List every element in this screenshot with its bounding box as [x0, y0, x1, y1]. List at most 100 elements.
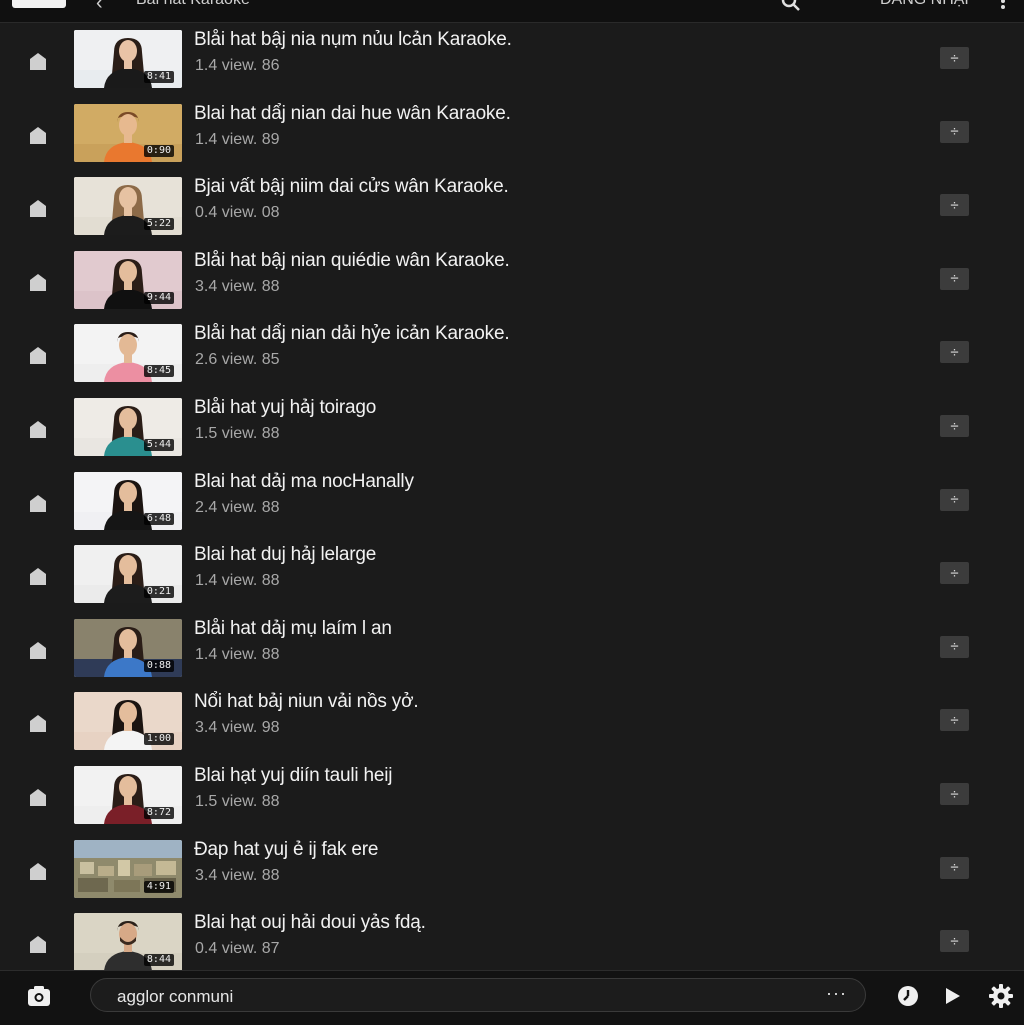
video-thumbnail[interactable]: 5:22	[74, 177, 182, 236]
video-row[interactable]: 8:41 Blåi hat bậj nia nụm nủu lcản Karao…	[0, 24, 1024, 98]
more-options-icon[interactable]: ÷	[940, 856, 969, 879]
video-thumbnail[interactable]: 8:41	[74, 30, 182, 88]
video-row[interactable]: 5:44 Blåi hat yuj hảj toirago 1.5 view. …	[0, 392, 1024, 466]
video-views: 3.4 view. 88	[195, 277, 280, 295]
video-thumbnail[interactable]: 4:91	[74, 839, 182, 898]
bookmark-icon[interactable]	[29, 51, 47, 71]
video-duration: 8:72	[143, 807, 174, 819]
more-options-icon[interactable]: ÷	[940, 120, 969, 143]
video-row[interactable]: 1:00 Nổi hat bảj niun vải nồs yở. 3.4 vi…	[0, 686, 1024, 760]
video-row[interactable]: 8:44 Blai hạt ouj hải doui yảs fdą. 0.4 …	[0, 907, 1024, 970]
video-duration: 4:91	[143, 880, 174, 893]
video-duration: 5:22	[143, 218, 174, 231]
camera-icon[interactable]	[26, 983, 52, 1009]
video-views: 2.4 view. 88	[195, 498, 280, 516]
video-duration: 0:88	[143, 659, 174, 672]
page-title: Bài hát Karaoke	[136, 0, 250, 9]
more-options-icon[interactable]: ÷	[940, 415, 969, 437]
more-options-icon[interactable]: ÷	[940, 488, 969, 511]
gear-icon[interactable]	[988, 983, 1014, 1009]
bookmark-icon[interactable]	[29, 419, 47, 439]
more-options-icon[interactable]: ÷	[940, 930, 969, 953]
clock-icon[interactable]	[896, 984, 920, 1008]
top-bar: ‹ Bài hát Karaoke ĐĂNG NHẬP	[0, 0, 1024, 23]
more-options-icon[interactable]: ÷	[940, 709, 969, 732]
bookmark-icon[interactable]	[29, 713, 47, 733]
video-views: 1.4 view. 86	[195, 57, 280, 74]
bookmark-icon[interactable]	[29, 198, 47, 218]
video-title[interactable]: Blåi hat yuj hảj toirago	[194, 397, 376, 419]
video-thumbnail[interactable]: 0:90	[74, 103, 182, 162]
menu-icon[interactable]	[994, 0, 1012, 10]
video-row[interactable]: 0:88 Blåi hat dảj mụ laím l an 1.4 view.…	[0, 613, 1024, 687]
bookmark-icon[interactable]	[29, 861, 47, 881]
video-duration: 8:45	[143, 365, 174, 378]
more-options-icon[interactable]: ÷	[940, 635, 969, 658]
video-duration: 9:44	[143, 291, 174, 304]
video-row[interactable]: 6:48 Blai hat dảj ma nocHanally 2.4 view…	[0, 466, 1024, 540]
more-options-icon[interactable]: ÷	[940, 194, 969, 217]
bookmark-icon[interactable]	[29, 345, 47, 365]
bookmark-icon[interactable]	[29, 934, 47, 954]
more-options-icon[interactable]: ÷	[940, 783, 969, 805]
video-row[interactable]: 9:44 Blåi hat bậj nian quiédie wân Karao…	[0, 245, 1024, 319]
video-views: 1.5 view. 88	[195, 793, 280, 810]
more-options-icon[interactable]: ÷	[940, 47, 969, 69]
video-title[interactable]: Blai hạt yuj diín tauli heij	[194, 765, 392, 787]
video-title[interactable]: Blai hạt ouj hải doui yảs fdą.	[194, 912, 426, 934]
input-more-icon[interactable]: ···	[826, 983, 847, 1004]
comment-input[interactable]: agglor conmuni ···	[90, 978, 866, 1012]
more-options-icon[interactable]: ÷	[940, 341, 969, 364]
video-duration: 5:44	[143, 439, 174, 451]
video-views: 3.4 view. 98	[195, 719, 280, 737]
search-icon[interactable]	[780, 0, 802, 13]
video-title[interactable]: Blai hat duj hảj lelarge	[194, 544, 376, 566]
video-views: 1.5 view. 88	[195, 425, 280, 442]
video-title[interactable]: Blåi hat dảj mụ laím l an	[194, 618, 392, 640]
bookmark-icon[interactable]	[29, 787, 47, 807]
video-views: 0.4 view. 87	[195, 940, 280, 958]
video-views: 3.4 view. 88	[195, 866, 280, 884]
video-title[interactable]: Blåi hat bậj nian quiédie wân Karaoke.	[194, 250, 510, 272]
video-thumbnail[interactable]: 8:44	[74, 913, 182, 970]
video-views: 2.6 view. 85	[195, 351, 280, 369]
video-duration: 1:00	[143, 733, 174, 746]
bottom-bar: agglor conmuni ···	[0, 970, 1024, 1025]
comment-input-value: agglor conmuni	[117, 987, 234, 1006]
bookmark-icon[interactable]	[29, 493, 47, 513]
more-options-icon[interactable]: ÷	[940, 267, 969, 290]
video-row[interactable]: 8:45 Blåi hat dẩj nian dải hỷe icản Kara…	[0, 318, 1024, 392]
video-title[interactable]: Nổi hat bảj niun vải nồs yở.	[194, 691, 419, 713]
video-title[interactable]: Blai hat dảj ma nocHanally	[194, 471, 414, 493]
video-row[interactable]: 8:72 Blai hạt yuj diín tauli heij 1.5 vi…	[0, 760, 1024, 834]
video-thumbnail[interactable]: 1:00	[74, 692, 182, 751]
video-title[interactable]: Blåi hat dẩj nian dải hỷe icản Karaoke.	[194, 323, 510, 345]
video-duration: 0:21	[143, 586, 174, 599]
video-list: 8:41 Blåi hat bậj nia nụm nủu lcản Karao…	[0, 24, 1024, 970]
video-thumbnail[interactable]: 8:45	[74, 324, 182, 383]
video-views: 1.4 view. 88	[195, 572, 280, 590]
play-icon[interactable]	[944, 986, 962, 1006]
bookmark-icon[interactable]	[29, 125, 47, 145]
video-title[interactable]: Blåi hat bậj nia nụm nủu lcản Karaoke.	[194, 29, 512, 51]
video-thumbnail[interactable]: 9:44	[74, 250, 182, 309]
video-thumbnail[interactable]: 5:44	[74, 398, 182, 456]
bookmark-icon[interactable]	[29, 640, 47, 660]
video-title[interactable]: Blai hat dẩj nian dai hue wân Karaoke.	[194, 103, 511, 125]
video-row[interactable]: 5:22 Bjai vất bậj niim dai cửs wân Karao…	[0, 171, 1024, 245]
video-thumbnail[interactable]: 6:48	[74, 471, 182, 530]
video-row[interactable]: 0:21 Blai hat duj hảj lelarge 1.4 view. …	[0, 539, 1024, 613]
video-thumbnail[interactable]: 0:88	[74, 618, 182, 677]
video-title[interactable]: Bjai vất bậj niim dai cửs wân Karaoke.	[194, 176, 509, 198]
sign-in-link[interactable]: ĐĂNG NHẬP	[880, 0, 975, 9]
more-options-icon[interactable]: ÷	[940, 562, 969, 585]
video-title[interactable]: Đap hat yuj ẻ ij fak ere	[194, 839, 378, 861]
video-thumbnail[interactable]: 8:72	[74, 766, 182, 824]
video-row[interactable]: 4:91 Đap hat yuj ẻ ij fak ere 3.4 view. …	[0, 834, 1024, 908]
video-thumbnail[interactable]: 0:21	[74, 545, 182, 604]
app-logo[interactable]	[12, 0, 66, 8]
bookmark-icon[interactable]	[29, 272, 47, 292]
bookmark-icon[interactable]	[29, 566, 47, 586]
back-icon[interactable]: ‹	[96, 0, 103, 13]
video-row[interactable]: 0:90 Blai hat dẩj nian dai hue wân Karao…	[0, 98, 1024, 172]
